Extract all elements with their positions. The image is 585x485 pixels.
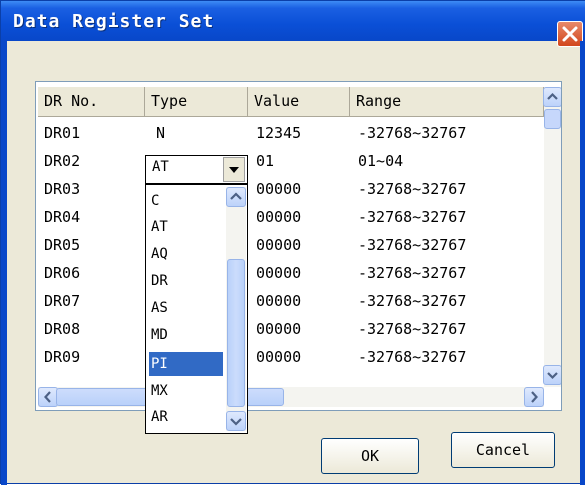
dropdown-option[interactable]: AT — [149, 215, 223, 239]
window-title: Data Register Set — [13, 11, 215, 32]
dr-number-cell: DR01 — [44, 124, 81, 142]
chevron-down-icon — [230, 418, 242, 426]
chevron-left-icon — [44, 391, 51, 403]
column-header-value[interactable]: Value — [248, 87, 350, 117]
dropdown-option[interactable]: MD — [149, 323, 223, 347]
ok-button[interactable]: OK — [321, 438, 419, 474]
scroll-up-button[interactable] — [543, 87, 561, 107]
vertical-scroll-thumb[interactable] — [544, 109, 561, 129]
range-cell: -32768~32767 — [358, 264, 467, 282]
dropdown-scroll-thumb[interactable] — [227, 259, 245, 407]
column-header-range[interactable]: Range — [350, 87, 544, 117]
chevron-down-icon — [547, 372, 558, 380]
left-window-frame — [1, 41, 7, 485]
dr-number-cell: DR08 — [44, 320, 81, 338]
scroll-down-button[interactable] — [543, 365, 561, 385]
scroll-right-button[interactable] — [524, 387, 544, 407]
type-combobox[interactable]: AT — [145, 155, 248, 184]
dropdown-option[interactable]: C — [149, 189, 223, 213]
dropdown-option-selected[interactable]: PI — [149, 352, 223, 376]
dr-number-cell: DR02 — [44, 152, 81, 170]
dr-number-cell: DR05 — [44, 236, 81, 254]
dr-number-cell: DR03 — [44, 180, 81, 198]
type-dropdown-list[interactable]: C AT AQ DR AS MD PI MX AR — [145, 184, 248, 434]
column-header-dr-no[interactable]: DR No. — [38, 87, 145, 117]
dropdown-option[interactable]: AS — [149, 296, 223, 320]
close-icon — [562, 26, 578, 42]
value-cell[interactable]: 00000 — [256, 287, 301, 315]
chevron-right-icon — [531, 391, 538, 403]
horizontal-scrollbar[interactable] — [38, 387, 544, 407]
range-cell: -32768~32767 — [358, 236, 467, 254]
value-cell[interactable]: 00000 — [256, 203, 301, 231]
range-cell: -32768~32767 — [358, 208, 467, 226]
chevron-up-icon — [547, 92, 558, 100]
range-cell: -32768~32767 — [358, 180, 467, 198]
type-cell[interactable]: N — [156, 119, 165, 147]
type-combobox-value: AT — [152, 159, 169, 175]
dr-number-cell: DR09 — [44, 348, 81, 366]
cancel-button[interactable]: Cancel — [451, 432, 555, 468]
caret-down-icon — [229, 167, 239, 173]
dr-number-cell: DR06 — [44, 264, 81, 282]
value-cell[interactable]: 01 — [256, 147, 274, 175]
value-cell[interactable]: 00000 — [256, 231, 301, 259]
scroll-left-button[interactable] — [38, 387, 58, 407]
value-cell[interactable]: 00000 — [256, 175, 301, 203]
dropdown-option[interactable]: AR — [149, 405, 223, 429]
column-header-type[interactable]: Type — [145, 87, 248, 117]
range-cell: -32768~32767 — [358, 124, 467, 142]
range-cell: -32768~32767 — [358, 348, 467, 366]
dropdown-scroll-up-button[interactable] — [226, 187, 246, 207]
right-window-frame — [580, 41, 585, 485]
data-register-table: DR No. Type Value Range DR01 N 12345 -32… — [35, 81, 562, 411]
value-cell[interactable]: 00000 — [256, 259, 301, 287]
type-dropdown-button[interactable] — [223, 157, 245, 182]
dropdown-scrollbar[interactable] — [226, 187, 246, 431]
dropdown-option[interactable]: AQ — [149, 242, 223, 266]
value-cell[interactable]: 00000 — [256, 343, 301, 371]
dropdown-option[interactable]: MX — [149, 379, 223, 403]
dr-number-cell: DR04 — [44, 208, 81, 226]
data-register-set-dialog: Data Register Set DR No. Type Value Rang… — [0, 0, 585, 485]
dr-number-cell: DR07 — [44, 292, 81, 310]
title-bar[interactable]: Data Register Set — [1, 1, 585, 47]
value-cell[interactable]: 12345 — [256, 119, 301, 147]
chevron-up-icon — [230, 192, 242, 200]
range-cell: 01~04 — [358, 152, 404, 170]
dropdown-option[interactable]: DR — [149, 269, 223, 293]
dropdown-scroll-down-button[interactable] — [226, 411, 246, 431]
range-cell: -32768~32767 — [358, 292, 467, 310]
value-cell[interactable]: 00000 — [256, 315, 301, 343]
vertical-scrollbar[interactable] — [543, 87, 561, 387]
range-cell: -32768~32767 — [358, 320, 467, 338]
